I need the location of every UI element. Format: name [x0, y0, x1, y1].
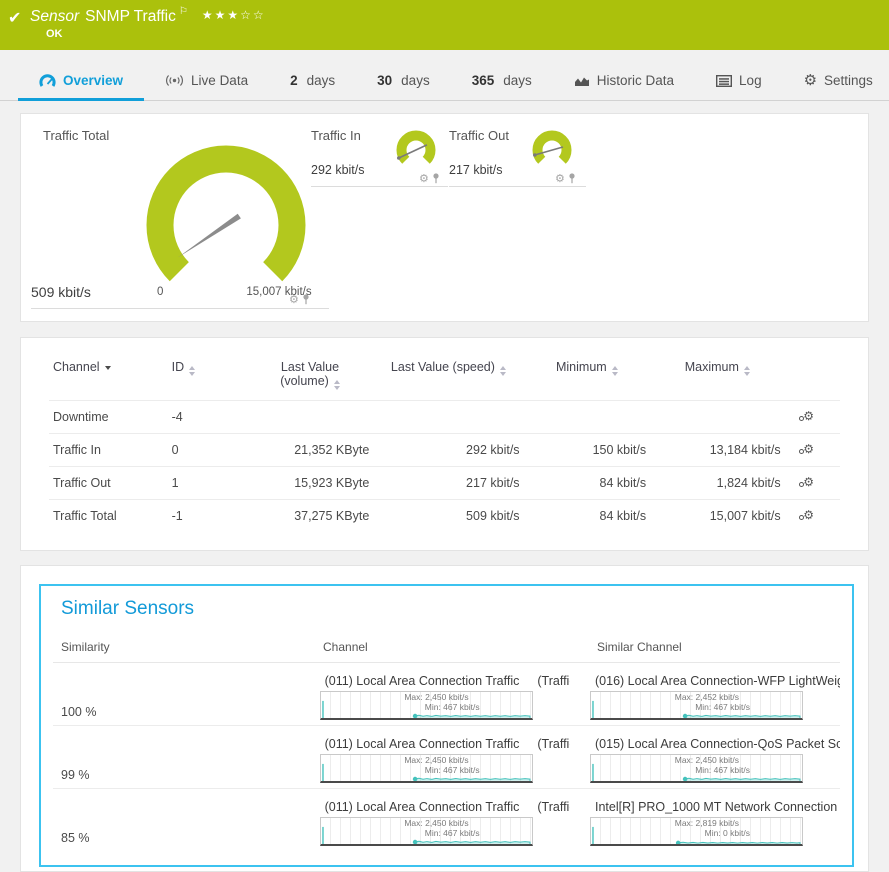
pin-icon[interactable] [432, 173, 440, 184]
pin-icon[interactable] [302, 294, 310, 305]
channel-settings-icon[interactable]: ⚙ [799, 443, 814, 455]
col-header-channel[interactable]: Channel [49, 344, 168, 401]
gauge-out-label: Traffic Out [449, 128, 509, 143]
traffic-in-gauge [393, 124, 439, 176]
tab-log[interactable]: Log [695, 61, 783, 100]
sort-icon[interactable] [334, 380, 340, 390]
object-type-label: Sensor [30, 8, 79, 25]
gear-icon[interactable]: ⚙ [289, 293, 299, 306]
channel-settings-icon[interactable]: ⚙ [799, 476, 814, 488]
table-row[interactable]: Downtime -4 ⚙ [49, 401, 840, 434]
similar-channel-cell[interactable]: (016) Local Area Connection-WFP LightWei… [590, 670, 840, 720]
traffic-in-value: 292 kbit/s [311, 163, 365, 177]
mini-graph: Max: 2,450 kbit/sMin: 467 kbit/s [320, 817, 533, 846]
pin-icon[interactable] [568, 173, 576, 184]
broadcast-icon [165, 74, 184, 87]
mini-graph: Max: 2,450 kbit/sMin: 467 kbit/s [590, 754, 803, 783]
similar-sensors-box: Similar Sensors Similarity Channel Simil… [39, 584, 854, 867]
channel-cell[interactable]: (011) Local Area Connection Traffic(Traf… [320, 733, 590, 783]
log-list-icon [716, 75, 732, 87]
col-header-volume[interactable]: Last Value(volume) [247, 344, 374, 401]
status-check-icon: ✔ [8, 8, 21, 28]
gauge-in-label: Traffic In [311, 128, 361, 143]
channel-cell[interactable]: (011) Local Area Connection Traffic(Traf… [320, 796, 590, 846]
gear-icon[interactable]: ⚙ [555, 172, 565, 185]
sort-icon[interactable] [500, 366, 506, 376]
table-row[interactable]: Traffic In 0 21,352 KByte 292 kbit/s 150… [49, 434, 840, 467]
similar-sensors-panel: Similar Sensors Similarity Channel Simil… [20, 565, 869, 872]
sensor-name: SNMP Traffic [85, 8, 176, 25]
channel-settings-icon[interactable]: ⚙ [799, 410, 814, 422]
similar-channel-cell[interactable]: Intel[R] PRO_1000 MT Network Connection(… [590, 796, 840, 846]
col-header-id[interactable]: ID [168, 344, 247, 401]
channel-table: Channel ID Last Value(volume) Last Value… [49, 344, 840, 532]
sensor-header: ✔ Sensor SNMP Traffic⚐ ★★★☆☆ OK [0, 0, 889, 50]
traffic-out-gauge [529, 124, 575, 176]
tab-2-days[interactable]: 2days [269, 61, 356, 100]
similar-table-header: Similarity Channel Similar Channel [53, 640, 840, 663]
page-title: Sensor SNMP Traffic⚐ ★★★☆☆ [30, 6, 266, 26]
similar-channel-cell[interactable]: (015) Local Area Connection-QoS Packet S… [590, 733, 840, 783]
mini-graph: Max: 2,450 kbit/sMin: 467 kbit/s [320, 754, 533, 783]
table-row[interactable]: Traffic Out 1 15,923 KByte 217 kbit/s 84… [49, 467, 840, 500]
similarity-value: 99 % [61, 733, 320, 783]
mini-graph: Max: 2,452 kbit/sMin: 467 kbit/s [590, 691, 803, 720]
tab-bar: Overview Live Data 2days 30days 365days … [0, 61, 889, 101]
tab-live-data[interactable]: Live Data [144, 61, 269, 100]
traffic-total-value: 509 kbit/s [31, 284, 91, 300]
channel-table-panel: Channel ID Last Value(volume) Last Value… [20, 337, 869, 551]
gauge-scale-min: 0 [157, 286, 163, 298]
channel-cell[interactable]: (011) Local Area Connection Traffic(Traf… [320, 670, 590, 720]
sort-icon[interactable] [189, 366, 195, 376]
gauge-out-actions: ⚙ [555, 172, 576, 185]
similarity-value: 85 % [61, 796, 320, 846]
sort-icon[interactable] [612, 366, 618, 376]
sort-icon[interactable] [744, 366, 750, 376]
tab-historic-data[interactable]: Historic Data [553, 61, 695, 100]
similar-sensor-row[interactable]: 99 % (011) Local Area Connection Traffic… [53, 726, 840, 789]
traffic-out-value: 217 kbit/s [449, 163, 503, 177]
priority-stars[interactable]: ★★★☆☆ [202, 8, 266, 22]
gauge-in-actions: ⚙ [419, 172, 440, 185]
gauge-total-actions: ⚙ [289, 293, 310, 306]
gauge-scale-max: 15,007 kbit/s [219, 286, 339, 298]
tab-overview[interactable]: Overview [18, 61, 144, 100]
tab-settings[interactable]: ⚙ Settings [783, 61, 889, 100]
sort-desc-icon[interactable] [105, 366, 111, 370]
similar-sensor-row[interactable]: 100 % (011) Local Area Connection Traffi… [53, 663, 840, 726]
similarity-value: 100 % [61, 670, 320, 720]
tab-365-days[interactable]: 365days [451, 61, 553, 100]
col-header-maximum[interactable]: Maximum [650, 344, 784, 401]
area-chart-icon [574, 75, 590, 87]
gauge-icon [39, 74, 56, 87]
channel-settings-icon[interactable]: ⚙ [799, 509, 814, 521]
similar-sensor-row[interactable]: 85 % (011) Local Area Connection Traffic… [53, 789, 840, 851]
mini-graph: Max: 2,450 kbit/sMin: 467 kbit/s [320, 691, 533, 720]
gauge-total-label: Traffic Total [43, 128, 109, 143]
flag-icon[interactable]: ⚐ [179, 6, 188, 17]
table-row[interactable]: Traffic Total -1 37,275 KByte 509 kbit/s… [49, 500, 840, 533]
similar-sensors-title: Similar Sensors [61, 598, 840, 620]
gauges-panel: Traffic Total 0 15,007 kbit/s 509 kbit/s… [20, 113, 869, 322]
gear-icon: ⚙ [804, 73, 817, 88]
tab-30-days[interactable]: 30days [356, 61, 451, 100]
col-header-minimum[interactable]: Minimum [524, 344, 651, 401]
gear-icon[interactable]: ⚙ [419, 172, 429, 185]
traffic-total-gauge [131, 130, 321, 308]
mini-graph: Max: 2,819 kbit/sMin: 0 kbit/s [590, 817, 803, 846]
col-header-speed[interactable]: Last Value (speed) [373, 344, 523, 401]
status-badge: OK [46, 28, 63, 40]
